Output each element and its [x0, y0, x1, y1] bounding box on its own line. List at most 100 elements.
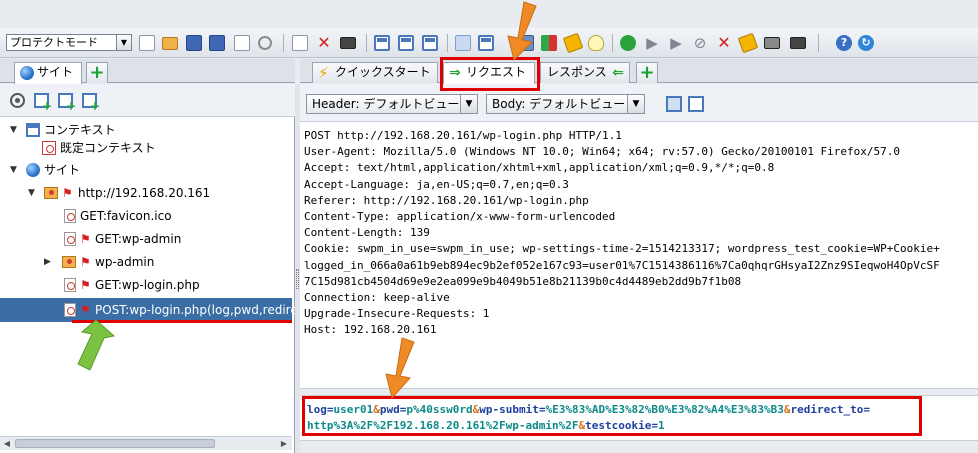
gear-icon[interactable] [258, 36, 272, 50]
folder-icon [44, 187, 58, 199]
tree-node-default-context[interactable]: 既定コンテキスト [0, 138, 292, 158]
continue-icon[interactable]: ▶ [668, 35, 684, 51]
param-key: wp-submit [479, 403, 539, 416]
tree-node-label: POST:wp-login.php(log,pwd,redirect [95, 303, 310, 317]
sites-panel: ▼ コンテキスト 既定コンテキスト ▼ サイト ▼ ⚑ http://192.1… [0, 84, 309, 453]
header-view-select[interactable]: Header: デフォルトビュー ▼ [306, 94, 478, 114]
mode-select[interactable]: プロテクトモード ▼ [6, 34, 132, 51]
flag-icon: ⚑ [80, 303, 91, 317]
view-toolbar: Header: デフォルトビュー ▼ Body: デフォルトビュー ▼ [300, 84, 978, 122]
target-icon [42, 141, 56, 155]
tree-node-get-wp-admin[interactable]: ⚑ GET:wp-admin [0, 229, 292, 249]
header-body-splitter[interactable] [300, 388, 978, 396]
tree-node-sites[interactable]: ▼ サイト [0, 160, 292, 180]
save-session-icon[interactable] [186, 35, 202, 51]
tree-node-post-wp-login[interactable]: ⚑ POST:wp-login.php(log,pwd,redirect [0, 298, 309, 322]
new-context-icon[interactable] [34, 93, 52, 113]
header-line: 7C15d981cb4504d69e9e2ea099e9b4049b51e8b2… [304, 274, 742, 288]
chevron-down-icon: ▼ [460, 95, 477, 113]
context-add-icon[interactable] [292, 35, 308, 51]
chevron-down-icon[interactable]: ▼ [28, 183, 38, 203]
tab-request[interactable]: ⇒ リクエスト [443, 62, 535, 84]
target-icon[interactable] [10, 93, 25, 108]
flag-icon: ⚑ [80, 232, 91, 246]
body-view-select[interactable]: Body: デフォルトビュー ▼ [486, 94, 645, 114]
split-view-icon[interactable] [666, 96, 682, 112]
header-line: Content-Type: application/x-www-form-url… [304, 210, 616, 224]
request-header-text[interactable]: POST http://192.168.20.161/wp-login.php … [304, 128, 978, 383]
chevron-down-icon[interactable]: ▼ [10, 160, 20, 180]
toolbar-separator [612, 34, 613, 52]
tree-node-label: GET:favicon.ico [80, 209, 172, 223]
scope-icon[interactable] [518, 35, 534, 51]
tree-node-label: サイト [44, 163, 81, 177]
step-icon[interactable]: ▶ [644, 35, 660, 51]
right-tab-bar: ⚡ クイックスタート ⇒ リクエスト レスポンス ⇐ + [300, 59, 978, 84]
components-icon[interactable] [541, 35, 557, 51]
arrow-left-icon: ⇐ [612, 65, 624, 81]
add-tab-button[interactable]: + [86, 62, 108, 83]
snapshot-icon[interactable] [209, 35, 225, 51]
tabs-show-icon[interactable] [455, 35, 471, 51]
param-value: %E3%83%AD%E3%82%B0%E3%82%A4%E3%83%B3 [545, 403, 784, 416]
refresh-icon[interactable]: ↻ [858, 35, 874, 51]
flag-icon: ⚑ [80, 278, 91, 292]
new-session-icon[interactable] [139, 35, 155, 51]
toolbar-separator [366, 34, 367, 52]
tree-node-host[interactable]: ▼ ⚑ http://192.168.20.161 [0, 183, 292, 203]
header-view-value: Header: デフォルトビュー [312, 97, 460, 111]
page-icon [64, 278, 76, 292]
brush-icon[interactable] [562, 32, 584, 54]
tree-node-label: http://192.168.20.161 [78, 186, 211, 200]
globe-icon [26, 163, 40, 177]
console-icon[interactable] [790, 37, 806, 49]
tab-request-label: リクエスト [466, 65, 527, 79]
window-icon [26, 123, 40, 137]
help-icon[interactable]: ? [836, 35, 852, 51]
combined-view-icon[interactable] [688, 96, 704, 112]
tabs-pin-icon[interactable] [478, 35, 494, 51]
tree-node-contexts[interactable]: ▼ コンテキスト [0, 120, 292, 140]
flag-icon: ⚑ [80, 255, 91, 269]
scroll-left-icon[interactable]: ◀ [1, 438, 13, 449]
scroll-right-icon[interactable]: ▶ [278, 438, 290, 449]
lightbulb-icon[interactable] [588, 35, 604, 51]
delete-icon[interactable]: ✕ [716, 35, 732, 51]
header-line: Connection: keep-alive [304, 291, 450, 305]
body-view-value: Body: デフォルトビュー [492, 97, 626, 111]
tree-node-label: コンテキスト [44, 123, 116, 137]
tree-node-label: GET:wp-login.php [95, 278, 200, 292]
chevron-right-icon[interactable]: ▶ [44, 252, 54, 272]
layout-2-icon[interactable] [398, 35, 414, 51]
break-on-icon[interactable] [620, 35, 636, 51]
header-line: Host: 192.168.20.161 [304, 323, 437, 337]
layout-3-icon[interactable] [422, 35, 438, 51]
scroll-thumb[interactable] [15, 439, 215, 448]
tab-quick-start[interactable]: ⚡ クイックスタート [312, 62, 438, 83]
scan-policy-icon[interactable] [764, 37, 780, 49]
tree-node-favicon[interactable]: GET:favicon.ico [0, 206, 292, 226]
layout-1-icon[interactable] [374, 35, 390, 51]
request-body-text[interactable]: log=user01&pwd=p%40ssw0rd&wp-submit=%E3%… [302, 396, 922, 436]
horizontal-scrollbar[interactable]: ◀ ▶ [0, 436, 292, 450]
chevron-down-icon[interactable]: ▼ [10, 120, 20, 140]
open-session-icon[interactable] [162, 37, 178, 50]
drop-icon[interactable]: ⊘ [692, 35, 708, 51]
param-key: pwd [379, 403, 400, 416]
edit-icon[interactable] [737, 32, 759, 54]
session-properties-icon[interactable] [234, 35, 250, 51]
export-context-icon[interactable] [82, 93, 100, 113]
import-context-icon[interactable] [58, 93, 76, 113]
tree-node-get-wp-login[interactable]: ⚑ GET:wp-login.php [0, 275, 292, 295]
grip-icon [296, 269, 299, 289]
tab-sites[interactable]: サイト [14, 62, 82, 84]
tree-node-wp-admin[interactable]: ▶ ⚑ wp-admin [0, 252, 292, 272]
header-line: User-Agent: Mozilla/5.0 (Windows NT 10.0… [304, 145, 901, 159]
toolbar-separator [818, 34, 819, 52]
page-icon [64, 209, 76, 223]
add-tab-button[interactable]: + [636, 62, 658, 83]
context-remove-icon[interactable]: ✕ [316, 35, 332, 51]
export-icon[interactable] [340, 37, 356, 49]
page-icon [64, 303, 76, 317]
tab-response[interactable]: レスポンス ⇐ [540, 62, 630, 83]
